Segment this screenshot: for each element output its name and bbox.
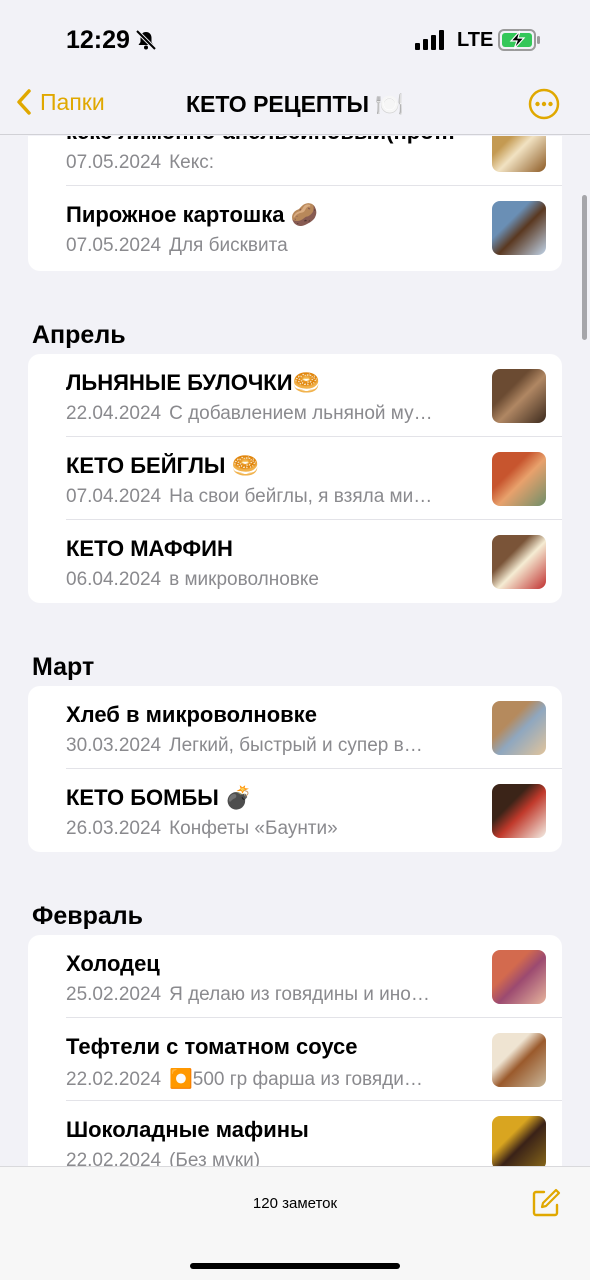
- note-title: Холодец: [66, 951, 160, 976]
- note-preview: Для бисквита: [169, 235, 288, 256]
- note-thumbnail: [492, 201, 546, 255]
- more-options-icon[interactable]: [528, 88, 560, 120]
- note-preview: (Без муки): [169, 1150, 261, 1166]
- bottom-toolbar: 120 заметок: [0, 1166, 590, 1280]
- note-thumbnail: [492, 535, 546, 589]
- section-header-february: Февраль: [32, 902, 144, 930]
- note-preview-line: 07.04.2024 На свои бейглы, я взяла ми…: [66, 486, 476, 508]
- note-date: 25.02.2024: [66, 984, 162, 1005]
- bell-muted-icon: [135, 29, 157, 51]
- note-date: 06.04.2024: [66, 569, 162, 590]
- note-date: 22.02.2024: [66, 1150, 162, 1166]
- note-preview: ⏺️500 гр фарша из говяди…: [169, 1069, 423, 1090]
- note-item[interactable]: КЕТО МАФФИН 06.04.2024 в микроволновке: [28, 520, 562, 603]
- note-preview: На свои бейглы, я взяла ми…: [169, 486, 433, 507]
- note-preview-line: 22.02.2024 ⏺️500 гр фарша из говяди…: [66, 1067, 476, 1091]
- note-date: 07.05.2024: [66, 235, 162, 256]
- note-thumbnail: [492, 452, 546, 506]
- note-preview: С добавлением льняной му…: [169, 403, 433, 424]
- note-preview-line: 22.02.2024 (Без муки): [66, 1150, 476, 1166]
- note-date: 30.03.2024: [66, 735, 162, 756]
- compose-icon[interactable]: [530, 1187, 562, 1219]
- note-preview: Кекс:: [169, 152, 215, 173]
- notes-card: Холодец 25.02.2024 Я делаю из говядины и …: [28, 935, 562, 1166]
- note-preview-line: 06.04.2024 в микроволновке: [66, 569, 476, 591]
- note-date: 22.02.2024: [66, 1069, 162, 1090]
- note-item[interactable]: Холодец 25.02.2024 Я делаю из говядины и …: [28, 935, 562, 1018]
- note-item[interactable]: Тефтели с томатном соусе 22.02.2024 ⏺️500…: [28, 1018, 562, 1101]
- note-thumbnail: [492, 701, 546, 755]
- note-thumbnail: [492, 136, 546, 172]
- note-thumbnail: [492, 1116, 546, 1166]
- note-item[interactable]: КЕТО БОМБЫ 💣 26.03.2024 Конфеты «Баунти»: [28, 769, 562, 852]
- note-thumbnail: [492, 950, 546, 1004]
- notes-list[interactable]: кекс лимонно-апельсиновый(про… 07.05.202…: [0, 136, 590, 1166]
- note-title: кекс лимонно-апельсиновый(про…: [66, 136, 476, 145]
- note-preview-line: 30.03.2024 Легкий, быстрый и супер в…: [66, 735, 476, 757]
- note-date: 26.03.2024: [66, 818, 162, 839]
- note-preview: Легкий, быстрый и супер в…: [169, 735, 423, 756]
- note-title: Тефтели с томатном соусе: [66, 1034, 358, 1059]
- note-item[interactable]: Хлеб в микроволновке 30.03.2024 Легкий, б…: [28, 686, 562, 769]
- network-label: LTE: [457, 29, 494, 51]
- note-preview: в микроволновке: [169, 569, 319, 590]
- section-header-march: Март: [32, 653, 95, 681]
- note-preview-line: 22.04.2024 С добавлением льняной му…: [66, 403, 476, 425]
- status-time: 12:29: [66, 26, 130, 54]
- note-title: КЕТО МАФФИН: [66, 536, 233, 561]
- notes-card: кекс лимонно-апельсиновый(про… 07.05.202…: [28, 136, 562, 271]
- note-preview: Конфеты «Баунти»: [169, 818, 338, 839]
- note-thumbnail: [492, 369, 546, 423]
- note-item[interactable]: Пирожное картошка 🥔 07.05.2024 Для бискви…: [28, 186, 562, 269]
- note-thumbnail: [492, 1033, 546, 1087]
- note-preview-line: 26.03.2024 Конфеты «Баунти»: [66, 818, 476, 840]
- note-preview: Я делаю из говядины и ино…: [169, 984, 430, 1005]
- note-title: КЕТО БОМБЫ 💣: [66, 785, 253, 810]
- notes-count: 120 заметок: [252, 1195, 338, 1212]
- note-date: 22.04.2024: [66, 403, 162, 424]
- note-item[interactable]: Шоколадные мафины 22.02.2024 (Без муки): [28, 1101, 562, 1166]
- note-item[interactable]: кекс лимонно-апельсиновый(про… 07.05.202…: [28, 136, 562, 186]
- note-item[interactable]: КЕТО БЕЙГЛЫ 🥯 07.04.2024 На свои бейглы, …: [28, 437, 562, 520]
- battery-charging-icon: [498, 29, 540, 51]
- note-thumbnail: [492, 784, 546, 838]
- note-preview-line: 07.05.2024 Для бисквита: [66, 235, 476, 257]
- note-title: ЛЬНЯНЫЕ БУЛОЧКИ🥯: [66, 370, 320, 395]
- note-title: Хлеб в микроволновке: [66, 702, 317, 727]
- scrollbar[interactable]: [582, 195, 587, 340]
- notes-card: Хлеб в микроволновке 30.03.2024 Легкий, б…: [28, 686, 562, 852]
- folder-title: КЕТО РЕЦЕПТЫ 🍽️: [185, 91, 405, 117]
- notes-card: ЛЬНЯНЫЕ БУЛОЧКИ🥯 22.04.2024 С добавлением…: [28, 354, 562, 603]
- note-title: КЕТО БЕЙГЛЫ 🥯: [66, 453, 259, 478]
- note-item[interactable]: ЛЬНЯНЫЕ БУЛОЧКИ🥯 22.04.2024 С добавлением…: [28, 354, 562, 437]
- navigation-bar: Папки КЕТО РЕЦЕПТЫ 🍽️: [0, 80, 590, 135]
- note-preview-line: 25.02.2024 Я делаю из говядины и ино…: [66, 984, 476, 1006]
- note-date: 07.05.2024: [66, 152, 162, 173]
- section-header-april: Апрель: [32, 321, 126, 349]
- signal-icon: [415, 30, 444, 50]
- note-title: Пирожное картошка 🥔: [66, 202, 319, 227]
- note-preview-line: 07.05.2024 Кекс:: [66, 152, 476, 174]
- note-date: 07.04.2024: [66, 486, 162, 507]
- home-indicator: [190, 1263, 400, 1269]
- note-title: Шоколадные мафины: [66, 1117, 309, 1142]
- status-bar: 12:29 LTE: [0, 0, 590, 80]
